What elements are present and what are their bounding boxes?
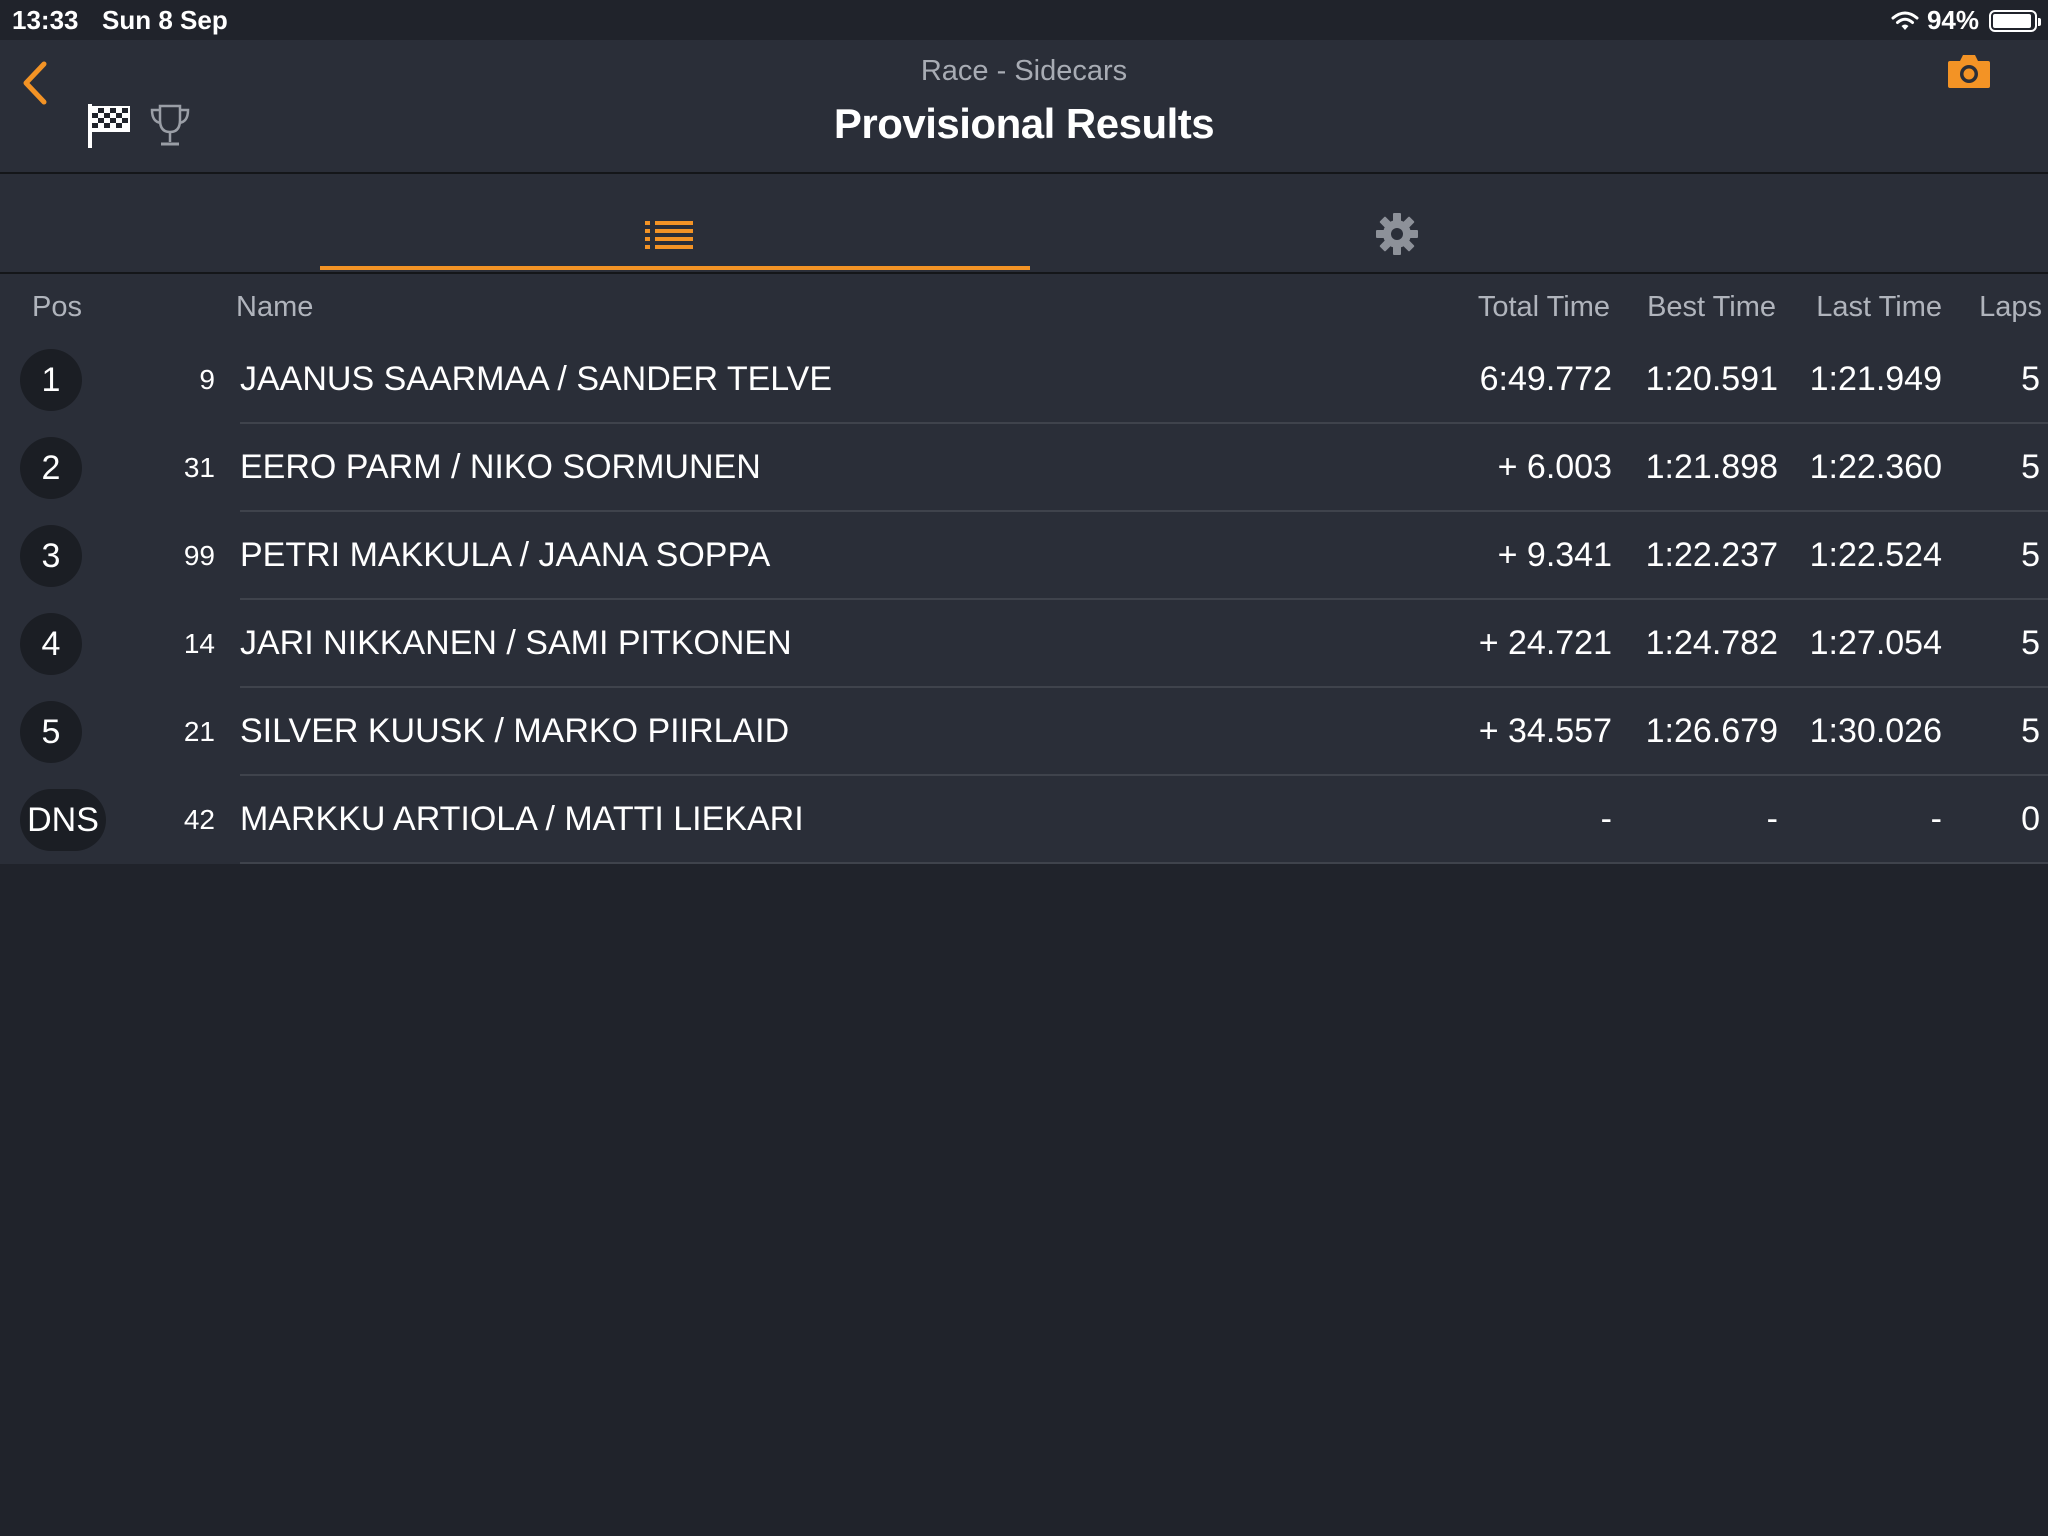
status-indicators: 94% (1891, 5, 2041, 36)
last-time: 1:21.949 (1809, 360, 1942, 398)
total-time: + 34.557 (1478, 712, 1612, 750)
table-row[interactable]: DNS 42 MARKKU ARTIOLA / MATTI LIEKARI - … (0, 776, 2048, 864)
status-date: Sun 8 Sep (102, 5, 228, 35)
laps-count: 5 (2021, 624, 2040, 662)
column-header-laps: Laps (1979, 291, 2042, 323)
page-subtitle: Race - Sidecars (920, 55, 1128, 87)
column-header-best-time: Best Time (1647, 291, 1776, 323)
results-table: 1 9 JAANUS SAARMAA / SANDER TELVE 6:49.7… (0, 336, 2048, 864)
tab-bar (0, 174, 2048, 274)
competitor-name: MARKKU ARTIOLA / MATTI LIEKARI (240, 800, 804, 838)
column-header-total-time: Total Time (1477, 291, 1610, 323)
last-time: 1:30.026 (1809, 712, 1942, 750)
laps-count: 5 (2021, 712, 2040, 750)
total-time: - (1600, 800, 1612, 838)
laps-count: 5 (2021, 360, 2040, 398)
total-time: 6:49.772 (1479, 360, 1612, 398)
competitor-name: SILVER KUUSK / MARKO PIIRLAID (240, 712, 790, 750)
laps-count: 5 (2021, 448, 2040, 486)
tab-results-list[interactable] (320, 174, 1030, 272)
active-tab-indicator (320, 266, 1030, 270)
battery-percent: 94% (1926, 5, 1979, 35)
position-badge: 5 (20, 701, 82, 763)
race-number: 14 (183, 628, 215, 659)
last-time: 1:22.524 (1809, 536, 1942, 574)
battery-fill (1993, 13, 2031, 28)
wifi-icon (1891, 11, 1919, 30)
page-title: Provisional Results (833, 100, 1215, 147)
status-time: 13:33 (12, 5, 79, 35)
column-header-name: Name (236, 291, 314, 323)
table-row[interactable]: 3 99 PETRI MAKKULA / JAANA SOPPA + 9.341… (0, 512, 2048, 600)
best-time: 1:22.237 (1645, 536, 1778, 574)
last-time: 1:27.054 (1809, 624, 1942, 662)
table-row[interactable]: 1 9 JAANUS SAARMAA / SANDER TELVE 6:49.7… (0, 336, 2048, 424)
results-table-header: Pos Name Total Time Best Time Last Time … (0, 274, 2048, 336)
laps-count: 5 (2021, 536, 2040, 574)
race-number: 9 (199, 364, 215, 395)
tab-settings[interactable] (1040, 174, 1750, 272)
laps-count: 0 (2021, 800, 2040, 838)
position-badge: 2 (20, 437, 82, 499)
nav-header: Race - Sidecars Provisional Results (0, 40, 2048, 174)
position-badge: DNS (20, 789, 106, 851)
status-bar: 13:33 Sun 8 Sep 94% (0, 0, 2048, 40)
column-header-pos: Pos (32, 291, 82, 323)
best-time: 1:26.679 (1645, 712, 1778, 750)
total-time: + 6.003 (1497, 448, 1612, 486)
best-time: - (1766, 800, 1778, 838)
table-row[interactable]: 4 14 JARI NIKKANEN / SAMI PITKONEN + 24.… (0, 600, 2048, 688)
last-time: - (1930, 800, 1942, 838)
total-time: + 24.721 (1478, 624, 1612, 662)
last-time: 1:22.360 (1809, 448, 1942, 486)
race-number: 99 (183, 540, 215, 571)
competitor-name: PETRI MAKKULA / JAANA SOPPA (240, 536, 771, 574)
race-number: 31 (183, 452, 215, 483)
gear-icon (1376, 213, 1418, 255)
competitor-name: JAANUS SAARMAA / SANDER TELVE (240, 360, 833, 398)
list-icon (645, 221, 693, 249)
camera-icon[interactable] (1946, 52, 1992, 90)
table-row[interactable]: 2 31 EERO PARM / NIKO SORMUNEN + 6.003 1… (0, 424, 2048, 512)
table-row[interactable]: 5 21 SILVER KUUSK / MARKO PIIRLAID + 34.… (0, 688, 2048, 776)
battery-icon (1989, 9, 2041, 32)
column-header-last-time: Last Time (1816, 291, 1942, 323)
race-number: 42 (183, 804, 215, 835)
best-time: 1:20.591 (1645, 360, 1778, 398)
race-number: 21 (183, 716, 215, 747)
position-badge: 4 (20, 613, 82, 675)
position-badge: 1 (20, 349, 82, 411)
position-badge: 3 (20, 525, 82, 587)
competitor-name: EERO PARM / NIKO SORMUNEN (240, 448, 761, 486)
total-time: + 9.341 (1497, 536, 1612, 574)
competitor-name: JARI NIKKANEN / SAMI PITKONEN (240, 624, 792, 662)
best-time: 1:21.898 (1645, 448, 1778, 486)
best-time: 1:24.782 (1645, 624, 1778, 662)
